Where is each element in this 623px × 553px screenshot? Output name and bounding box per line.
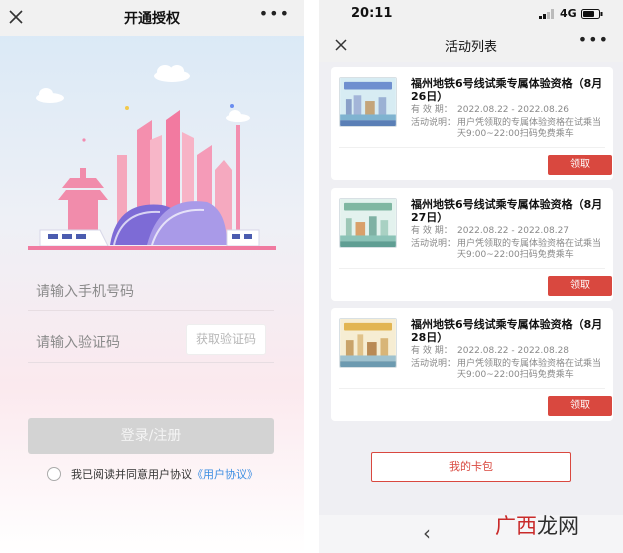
divider [304,0,319,553]
activity-title: 福州地铁6号线试乘专属体验资格（8月26日） [411,77,603,103]
validity-label: 有 效 期： [411,346,453,356]
claim-button[interactable]: 领取 [548,396,612,416]
cloud-icon [36,65,250,122]
activity-list-screen: 20:11 4G 活动列表 ••• 福州地铁6号线试乘专属体验资格（8月26日）… [319,0,623,553]
validity-label: 有 效 期： [411,226,453,236]
phone-input[interactable]: 请输入手机号码 [36,281,134,301]
validity-row: 有 效 期： 2022.08.22 - 2022.08.26 [411,105,569,116]
battery-icon [581,9,603,19]
validity-value: 2022.08.22 - 2022.08.26 [457,105,570,115]
validity-value: 2022.08.22 - 2022.08.28 [457,346,570,356]
network-type: 4G [560,7,577,20]
description-text: 用户凭领取的专属体验资格在试乘当天9:00~22:00扫码免费乘车 [457,118,602,139]
claim-button[interactable]: 领取 [548,276,612,296]
activity-thumbnail [339,198,397,248]
agree-radio[interactable] [47,467,61,481]
more-icon[interactable]: ••• [578,30,609,49]
watermark-part2: 龙网 [537,514,579,538]
claim-button[interactable]: 领取 [548,155,612,175]
description-text: 用户凭领取的专属体验资格在试乘当天9:00~22:00扫码免费乘车 [457,359,602,380]
right-nav-bar: 活动列表 ••• [319,28,623,62]
validity-label: 有 效 期： [411,105,453,115]
agreement-row: 我已阅读并同意用户协议 《用户协议》 [47,465,258,483]
agreement-text: 我已阅读并同意用户协议 [71,468,192,481]
divider [28,310,274,311]
more-icon[interactable]: ••• [259,4,290,23]
activity-card: 福州地铁6号线试乘专属体验资格（8月26日） 有 效 期： 2022.08.22 … [331,67,613,180]
activity-thumbnail [339,318,397,368]
status-time: 20:11 [351,6,393,21]
watermark-part1: 广西 [495,514,537,538]
divider [339,147,605,148]
divider [28,362,274,363]
validity-row: 有 效 期： 2022.08.22 - 2022.08.27 [411,226,569,237]
description-label: 活动说明： [411,118,457,128]
left-nav-bar: 开通授权 ••• [0,0,304,36]
validity-value: 2022.08.22 - 2022.08.27 [457,226,570,236]
description-label: 活动说明： [411,359,457,369]
signal-icon [539,9,554,19]
authorization-screen: 开通授权 ••• 请输入手机号码 请输入验证码 获取验证码 登录/注册 我已阅读… [0,0,304,553]
description-label: 活动说明： [411,239,457,249]
activity-card: 福州地铁6号线试乘专属体验资格（8月27日） 有 效 期： 2022.08.22 … [331,188,613,301]
my-wallet-button[interactable]: 我的卡包 [371,452,571,482]
divider [339,388,605,389]
validity-row: 有 效 期： 2022.08.22 - 2022.08.28 [411,346,569,357]
verification-code-input[interactable]: 请输入验证码 [36,332,120,352]
activity-card: 福州地铁6号线试乘专属体验资格（8月28日） 有 效 期： 2022.08.22 … [331,308,613,421]
watermark: 广西龙网 [495,510,579,540]
login-register-button[interactable]: 登录/注册 [28,418,274,454]
activity-title: 福州地铁6号线试乘专属体验资格（8月28日） [411,318,603,344]
back-icon[interactable]: ‹ [423,521,431,545]
activity-thumbnail [339,77,397,127]
hero-illustration [28,65,276,250]
status-bar: 20:11 4G [319,0,623,28]
user-agreement-link[interactable]: 《用户协议》 [192,466,258,482]
get-code-button[interactable]: 获取验证码 [186,324,266,355]
description-text: 用户凭领取的专属体验资格在试乘当天9:00~22:00扫码免费乘车 [457,239,602,260]
activity-title: 福州地铁6号线试乘专属体验资格（8月27日） [411,198,603,224]
divider [339,268,605,269]
